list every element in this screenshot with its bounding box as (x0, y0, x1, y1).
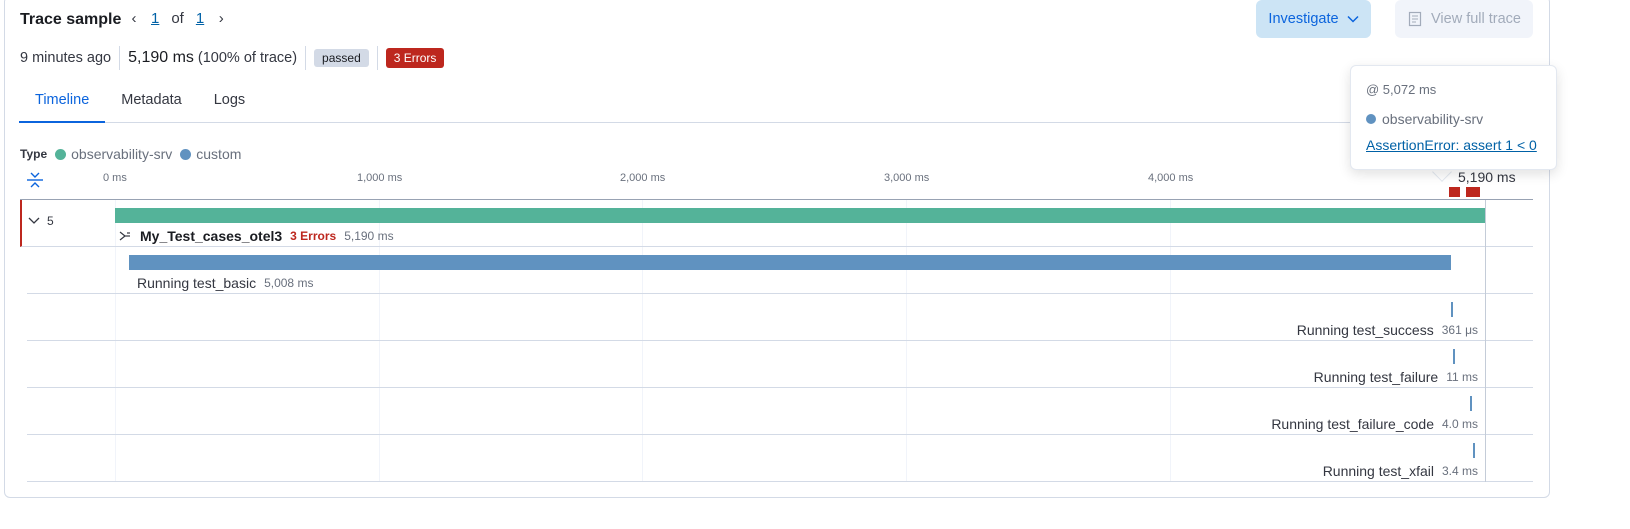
span-bar[interactable] (1473, 443, 1475, 458)
legend-item-label: observability-srv (71, 146, 173, 162)
trace-percent: (100% of trace) (197, 50, 298, 66)
span-label: Running test_basic 5,008 ms (137, 275, 313, 291)
span-bar[interactable] (115, 208, 1486, 223)
span-row[interactable]: Running test_basic 5,008 ms (27, 247, 1533, 294)
axis-tick: 0 ms (103, 172, 127, 184)
legend-dot (180, 148, 192, 160)
trace-duration: 5,190 ms (128, 49, 194, 66)
legend-label: Type (20, 147, 48, 161)
tab-bar: Timeline Metadata Logs (19, 84, 1533, 123)
collapse-all-icon[interactable] (26, 171, 44, 189)
error-link[interactable]: AssertionError: assert 1 < 0 (1366, 137, 1541, 153)
pager-of-label: of (171, 10, 184, 27)
error-marker[interactable] (1449, 187, 1460, 197)
span-bar[interactable] (1451, 302, 1453, 317)
divider (119, 46, 121, 70)
error-marker[interactable] (1466, 187, 1480, 197)
time-ago: 9 minutes ago (20, 50, 112, 66)
trace-meta: 9 minutes ago 5,190 ms (100% of trace) p… (20, 46, 445, 70)
legend-item: observability-srv (55, 146, 172, 162)
span-bar[interactable] (1470, 396, 1472, 411)
trace-end-line (1485, 200, 1486, 482)
span-label: Running test_failure 11 ms (1314, 369, 1478, 385)
status-badge: passed (314, 49, 369, 67)
investigate-button[interactable]: Investigate (1256, 0, 1371, 38)
document-icon (1408, 11, 1422, 27)
span-bar[interactable] (129, 255, 1451, 270)
axis-tick: 4,000 ms (1148, 172, 1194, 184)
error-tooltip: @ 5,072 ms observability-srv AssertionEr… (1350, 65, 1557, 170)
chevron-left-icon[interactable]: ‹ (127, 10, 141, 27)
axis-tick: 1,000 ms (357, 172, 403, 184)
pager-current[interactable]: 1 (151, 10, 159, 27)
legend-item-label: custom (196, 146, 242, 162)
span-duration: 361 μs (1441, 323, 1478, 337)
span-row[interactable]: 5 My_Test_cases_otel3 3 Errors 5,190 ms (20, 200, 1533, 247)
pager-total[interactable]: 1 (196, 10, 204, 27)
view-full-trace-label: View full trace (1431, 11, 1521, 27)
span-toggle[interactable]: 5 (28, 214, 54, 228)
legend-dot (55, 148, 67, 160)
span-duration: 4.0 ms (1441, 417, 1478, 431)
span-name: Running test_failure_code (1271, 416, 1434, 432)
chevron-down-icon (1347, 15, 1359, 23)
axis-end-label: 5,190 ms (1458, 169, 1516, 185)
tab-timeline[interactable]: Timeline (19, 84, 106, 123)
tooltip-service-name: observability-srv (1382, 111, 1484, 127)
trace-pager: ‹ 1 of 1 › (127, 10, 228, 27)
axis-tick: 3,000 ms (884, 172, 930, 184)
span-duration: 5,008 ms (264, 276, 314, 290)
span-name: My_Test_cases_otel3 (140, 228, 283, 244)
errors-badge[interactable]: 3 Errors (385, 48, 445, 68)
tab-logs[interactable]: Logs (198, 84, 261, 123)
span-label: Running test_failure_code 4.0 ms (1271, 416, 1478, 432)
chevron-right-icon[interactable]: › (214, 10, 228, 27)
view-full-trace-button[interactable]: View full trace (1395, 0, 1533, 38)
span-name: Running test_xfail (1322, 463, 1434, 479)
tab-metadata[interactable]: Metadata (105, 84, 197, 123)
span-duration: 11 ms (1446, 370, 1478, 384)
merge-icon (119, 231, 130, 241)
service-dot (1366, 114, 1376, 124)
span-name: Running test_success (1296, 322, 1434, 338)
span-name: Running test_basic (137, 275, 257, 291)
type-legend: Type observability-srv custom (20, 146, 249, 162)
tooltip-timestamp: @ 5,072 ms (1366, 82, 1437, 97)
child-count: 5 (47, 214, 54, 228)
span-name: Running test_failure (1313, 369, 1439, 385)
span-label: Running test_xfail 3.4 ms (1323, 463, 1478, 479)
divider (376, 46, 378, 70)
axis-tick: 2,000 ms (620, 172, 666, 184)
page-title: Trace sample (20, 11, 122, 28)
divider (305, 46, 307, 70)
span-row[interactable]: Running test_xfail 3.4 ms (27, 435, 1533, 482)
investigate-label: Investigate (1268, 11, 1339, 27)
span-row[interactable]: Running test_success 361 μs (27, 294, 1533, 341)
tooltip-service: observability-srv (1366, 111, 1541, 127)
span-duration: 5,190 ms (344, 229, 394, 243)
span-row[interactable]: Running test_failure 11 ms (27, 341, 1533, 388)
chevron-down-icon (28, 217, 40, 224)
span-duration: 3.4 ms (1441, 464, 1478, 478)
span-bar[interactable] (1453, 349, 1455, 364)
legend-item: custom (180, 146, 241, 162)
span-label: My_Test_cases_otel3 3 Errors 5,190 ms (118, 228, 394, 244)
span-errors[interactable]: 3 Errors (290, 229, 336, 243)
span-label: Running test_success 361 μs (1297, 322, 1478, 338)
span-row[interactable]: Running test_failure_code 4.0 ms (27, 388, 1533, 435)
